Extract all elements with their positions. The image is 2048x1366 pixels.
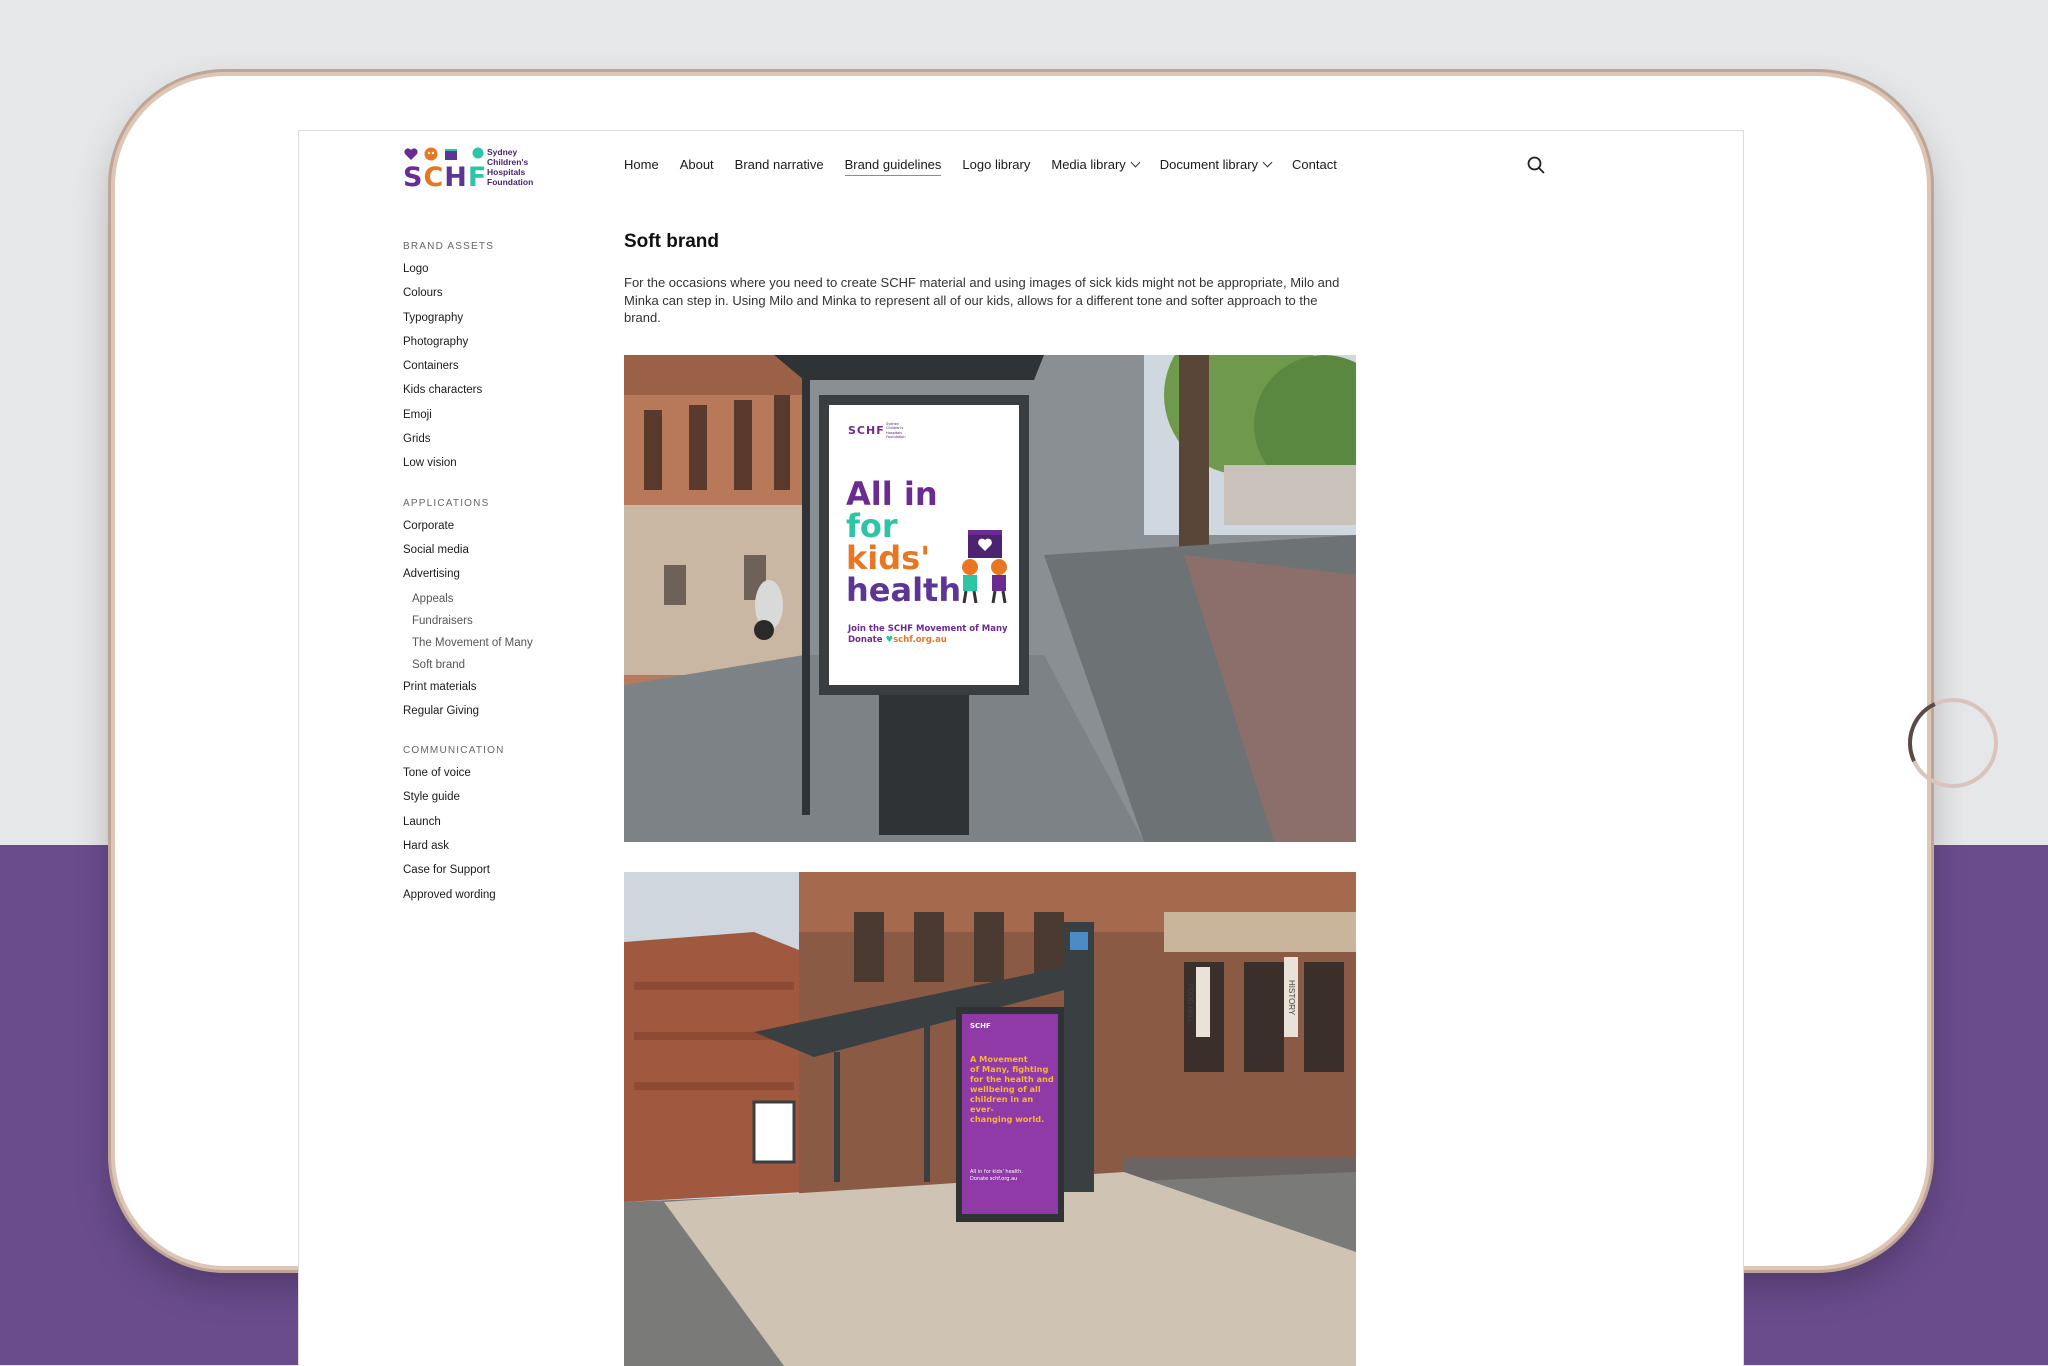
- sidebar-item-colours[interactable]: Colours: [403, 286, 583, 310]
- sidebar-item-logo[interactable]: Logo: [403, 262, 583, 286]
- poster-logo-small-line: Children's: [886, 426, 904, 431]
- nav-about[interactable]: About: [680, 157, 714, 172]
- poster2-line: wellbeing of all: [970, 1084, 1041, 1094]
- face-icon: [424, 147, 438, 161]
- nav-brand-narrative[interactable]: Brand narrative: [735, 157, 824, 172]
- sidebar-subitem-fundraisers[interactable]: Fundraisers: [403, 614, 583, 636]
- food-hall-sign: FOOD HALL: [1186, 984, 1193, 1024]
- poster-cta-line1: Join the SCHF Movement of Many: [848, 624, 1008, 634]
- logo-letter-f: F: [467, 162, 488, 193]
- intro-paragraph: For the occasions where you need to crea…: [624, 275, 1340, 325]
- sidebar-heading: BRAND ASSETS: [403, 241, 495, 252]
- bus-shelter-photo-2: SCHF A Movement of Many, fighting for th…: [624, 872, 1356, 1366]
- sidebar-item-launch[interactable]: Launch: [403, 815, 583, 839]
- speech-bubble-icon: [472, 147, 484, 159]
- poster2-footer-line: Donate schf.org.au: [970, 1176, 1018, 1182]
- chevron-down-icon: [1262, 157, 1273, 168]
- sidebar-subitem-movement-of-many[interactable]: The Movement of Many: [403, 636, 583, 658]
- headline-line-3: kids': [846, 539, 930, 577]
- heart-icon: ♥: [885, 635, 894, 645]
- heart-icon: [404, 148, 418, 160]
- sidebar-item-tone-of-voice[interactable]: Tone of voice: [403, 766, 583, 790]
- logo-wordmark: SCHF: [403, 162, 488, 193]
- sidebar-subitem-soft-brand[interactable]: Soft brand: [403, 658, 583, 680]
- sidebar-item-low-vision[interactable]: Low vision: [403, 456, 583, 480]
- bus-shelter-photo-1: SCHF Sydney Children's Hospitals Foundat…: [624, 355, 1356, 842]
- sidebar-item-social-media[interactable]: Social media: [403, 543, 583, 567]
- logo-letter-h: H: [444, 162, 468, 193]
- sidebar: BRAND ASSETS Logo Colours Typography Pho…: [403, 241, 583, 912]
- poster-cta: Join the SCHF Movement of Many Donate ♥s…: [848, 624, 1008, 646]
- logo-text-line: Foundation: [487, 177, 534, 187]
- sidebar-item-print-materials[interactable]: Print materials: [403, 680, 583, 704]
- poster2-line: for the health and: [970, 1074, 1054, 1084]
- sidebar-heading: COMMUNICATION: [403, 745, 505, 757]
- home-button[interactable]: [1895, 685, 2011, 801]
- nav-media-library-label: Media library: [1051, 157, 1126, 172]
- history-sign: HISTORY: [1287, 980, 1296, 1016]
- nav-document-library-label: Document library: [1159, 157, 1259, 172]
- page-title: Soft brand: [624, 231, 719, 252]
- sidebar-item-hard-ask[interactable]: Hard ask: [403, 839, 583, 863]
- search-icon[interactable]: [1527, 156, 1545, 174]
- sidebar-item-regular-giving[interactable]: Regular Giving: [403, 704, 583, 728]
- sidebar-item-photography[interactable]: Photography: [403, 335, 583, 359]
- sidebar-subitem-appeals[interactable]: Appeals: [403, 592, 583, 614]
- sidebar-item-kids-characters[interactable]: Kids characters: [403, 383, 583, 407]
- sidebar-item-emoji[interactable]: Emoji: [403, 408, 583, 432]
- logo-text-line: Children's: [487, 157, 529, 167]
- poster-cta-url: schf.org.au: [893, 635, 947, 645]
- poster2-footer-line: All in for kids' health.: [970, 1169, 1023, 1175]
- headline-line-2: for: [846, 507, 898, 545]
- sidebar-item-approved-wording[interactable]: Approved wording: [403, 888, 583, 912]
- logo-text-line: Sydney: [487, 147, 518, 157]
- sidebar-item-typography[interactable]: Typography: [403, 311, 583, 335]
- poster-logo: SCHF: [848, 424, 885, 437]
- logo-letter-s: S: [403, 162, 424, 193]
- box-icon: [445, 149, 457, 160]
- poster2-line: changing world.: [970, 1114, 1045, 1124]
- nav-brand-guidelines[interactable]: Brand guidelines: [844, 157, 941, 176]
- nav-contact[interactable]: Contact: [1292, 157, 1337, 172]
- poster2-logo: SCHF: [970, 1022, 991, 1030]
- main-nav: Home About Brand narrative Brand guideli…: [624, 157, 1337, 176]
- poster2-line: of Many, fighting: [970, 1064, 1049, 1074]
- sidebar-item-grids[interactable]: Grids: [403, 432, 583, 456]
- poster-headline: All in for kids' health: [846, 478, 961, 606]
- poster-cta-line2: Donate ♥schf.org.au: [848, 635, 1008, 646]
- poster-cta-prefix: Donate: [848, 635, 883, 645]
- poster-1: SCHF Sydney Children's Hospitals Foundat…: [834, 410, 1014, 680]
- poster-2: SCHF A Movement of Many, fighting for th…: [962, 1014, 1058, 1214]
- poster2-line: children in an ever-: [970, 1094, 1034, 1114]
- logo-text-line: Hospitals: [487, 167, 526, 177]
- kids-characters-illustration: [962, 530, 1007, 604]
- nav-document-library[interactable]: Document library: [1159, 157, 1273, 172]
- headline-line-4: health: [846, 571, 962, 609]
- sidebar-item-advertising[interactable]: Advertising: [403, 567, 583, 591]
- sidebar-item-case-for-support[interactable]: Case for Support: [403, 863, 583, 887]
- nav-media-library[interactable]: Media library: [1051, 157, 1141, 172]
- web-page: SCHF Sydney Children's Hospitals Foundat…: [298, 130, 1744, 1366]
- poster2-footer: All in for kids' health. Donate schf.org…: [970, 1169, 1023, 1183]
- headline-line-1: All in: [846, 475, 938, 513]
- schf-logo[interactable]: SCHF Sydney Children's Hospitals Foundat…: [403, 145, 553, 191]
- poster-logo-small-text: Sydney Children's Hospitals Foundation: [886, 422, 906, 439]
- nav-logo-library[interactable]: Logo library: [962, 157, 1030, 172]
- poster-logo-small-line: Foundation: [886, 434, 906, 439]
- logo-text: Sydney Children's Hospitals Foundation: [487, 147, 567, 187]
- sidebar-item-corporate[interactable]: Corporate: [403, 519, 583, 543]
- sidebar-item-containers[interactable]: Containers: [403, 359, 583, 383]
- poster2-message: A Movement of Many, fighting for the hea…: [970, 1054, 1058, 1124]
- chevron-down-icon: [1130, 157, 1141, 168]
- logo-letter-c: C: [423, 162, 445, 193]
- nav-home[interactable]: Home: [624, 157, 659, 172]
- sidebar-item-style-guide[interactable]: Style guide: [403, 790, 583, 814]
- poster2-line: A Movement: [970, 1054, 1028, 1064]
- sidebar-heading: APPLICATIONS: [403, 497, 490, 509]
